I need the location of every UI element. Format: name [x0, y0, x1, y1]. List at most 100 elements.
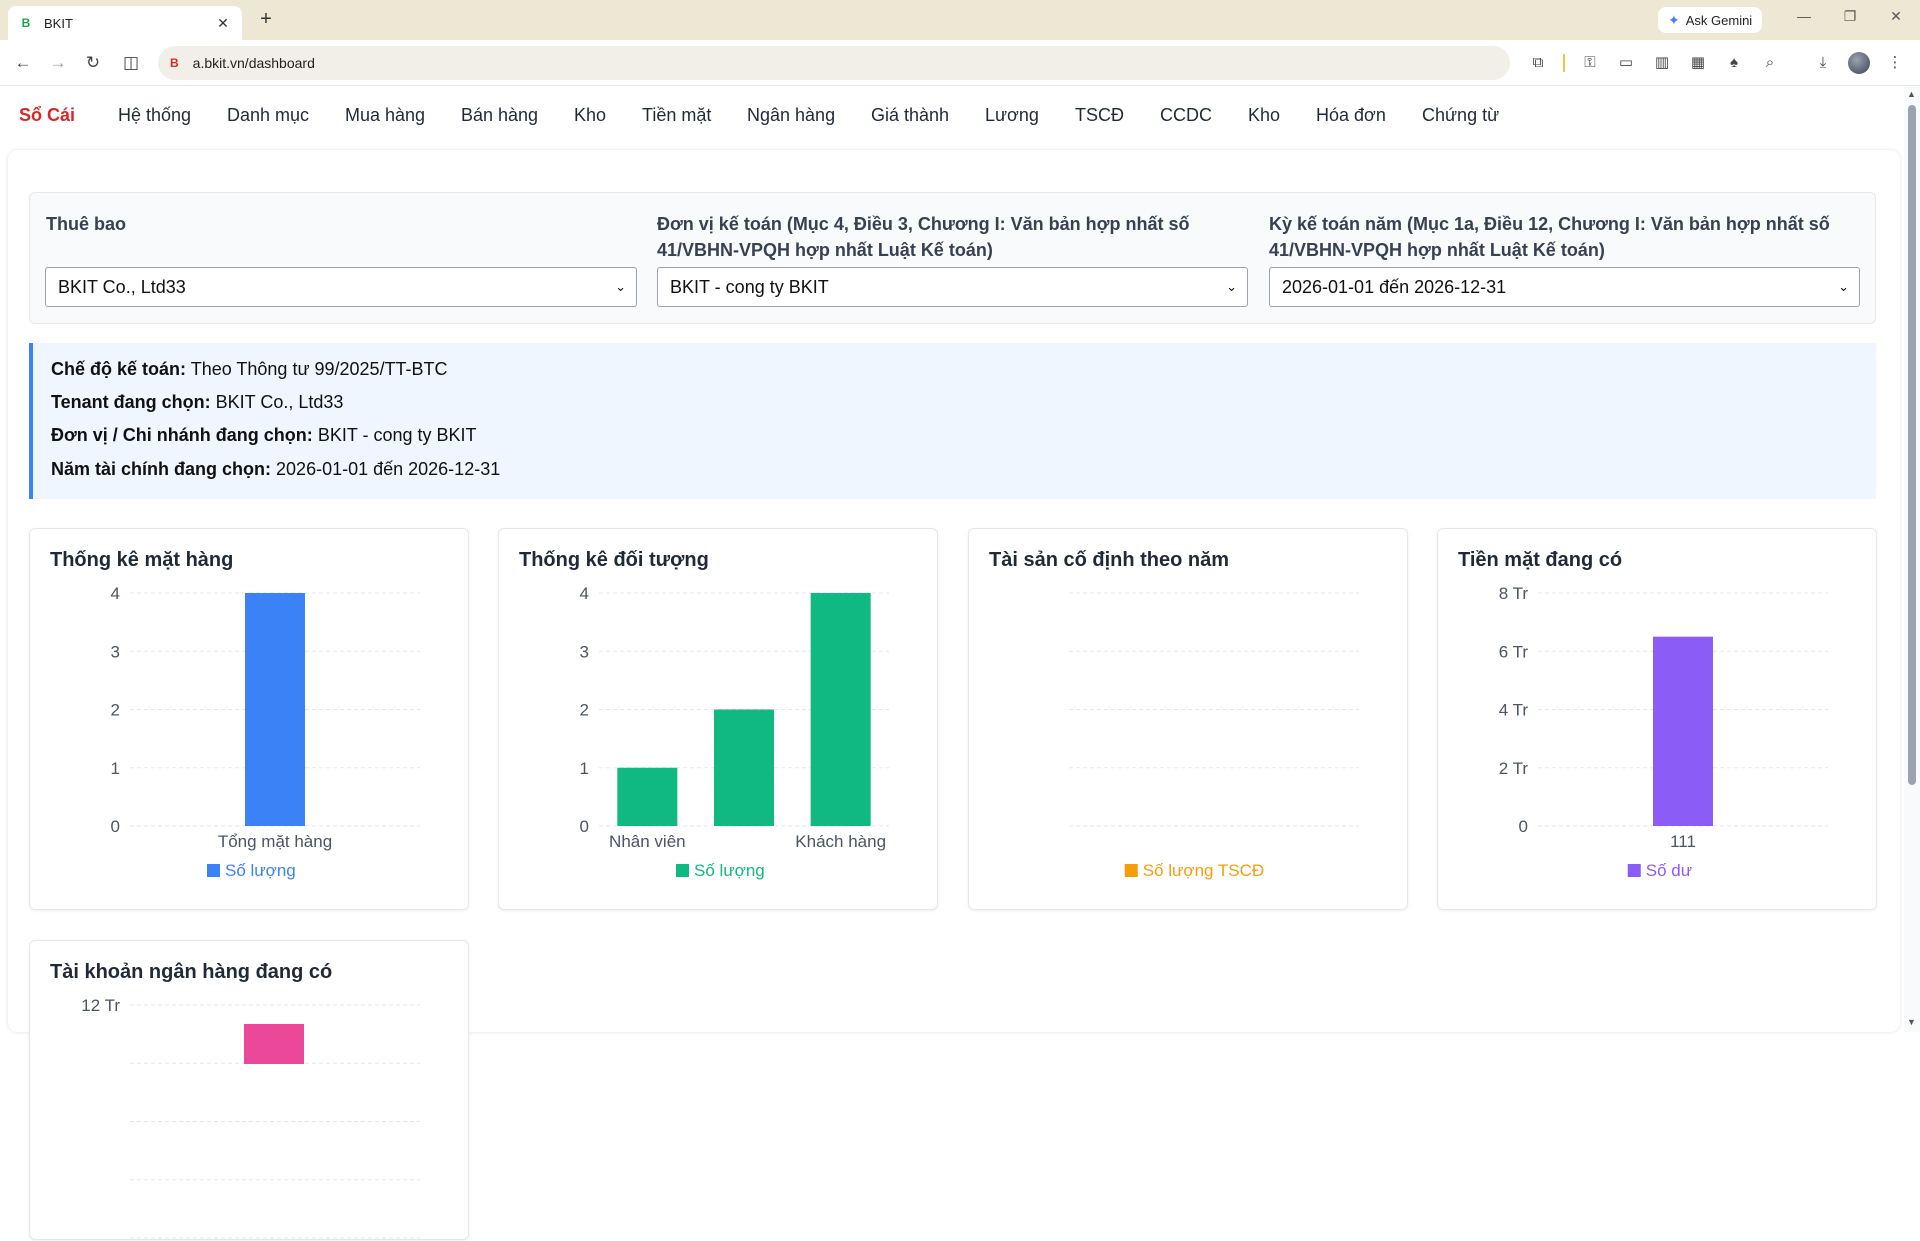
new-tab-icon[interactable]: + — [254, 8, 278, 31]
close-window-icon[interactable]: ✕ — [1884, 8, 1908, 25]
bar — [617, 767, 678, 826]
chart-products-svg: 0 1 2 3 4 Tổng mặt hàng Số lượng — [111, 584, 420, 880]
y-tick-label: 12 Tr — [81, 996, 120, 1015]
download-icon[interactable]: ⤓ — [1812, 52, 1834, 74]
bar — [714, 709, 774, 826]
payment-card-icon[interactable]: ▭ — [1615, 52, 1637, 74]
tab-title: BKIT — [44, 15, 73, 31]
chart-bank-svg: 12 Tr — [81, 996, 420, 1239]
y-tick-label: 8 Tr — [1499, 584, 1529, 603]
x-tick-label: Nhân viên — [609, 832, 686, 851]
bar — [1653, 636, 1713, 826]
back-icon[interactable]: ← — [10, 50, 36, 76]
browser-tab[interactable]: B BKIT ✕ — [8, 6, 242, 40]
menu-ngan-hang[interactable]: Ngân hàng — [747, 105, 835, 126]
chart-card-cash: Tiền mặt đang có 02 Tr 4 Tr 6 Tr 8 Tr 111 Số … — [1437, 528, 1877, 910]
menu-luong[interactable]: Lương — [985, 105, 1039, 126]
y-tick-label: 4 Tr — [1499, 701, 1529, 720]
unit-value: BKIT - cong ty BKIT — [670, 276, 829, 297]
bar — [245, 593, 305, 826]
incognito-icon[interactable]: ♠ — [1723, 52, 1745, 74]
profile-avatar[interactable] — [1848, 52, 1870, 74]
menu-kho[interactable]: Kho — [574, 105, 606, 126]
split-view-icon[interactable]: ◫ — [118, 50, 144, 76]
chevron-down-icon: ⌄ — [615, 279, 626, 294]
info-regime-value: Theo Thông tư 99/2025/TT-BTC — [190, 359, 448, 379]
table-icon[interactable]: ▦ — [1687, 52, 1709, 74]
menu-tien-mat[interactable]: Tiền mặt — [642, 105, 711, 126]
subscription-select[interactable]: BKIT Co., Ltd33 ⌄ — [45, 267, 637, 307]
unit-label-line1: Đơn vị kế toán (Mục 4, Điều 3, Chương I:… — [657, 214, 1190, 234]
menu-hoa-don[interactable]: Hóa đơn — [1316, 105, 1386, 126]
y-tick-label: 0 — [1519, 817, 1528, 836]
menu-danh-muc[interactable]: Danh mục — [227, 105, 309, 126]
menu-tscd[interactable]: TSCĐ — [1075, 105, 1124, 126]
chart-cash-svg: 0 2 Tr 4 Tr 6 Tr 8 Tr 111 Số dư — [1499, 584, 1828, 880]
browser-menu-icon[interactable]: ⋮ — [1884, 52, 1906, 74]
restore-icon[interactable]: ❐ — [1838, 8, 1862, 25]
legend-label: Số lượng TSCĐ — [1143, 861, 1264, 880]
scroll-down-icon[interactable]: ▼ — [1907, 1017, 1916, 1027]
y-tick-label: 2 — [111, 701, 120, 720]
info-regime-label: Chế độ kế toán: — [51, 359, 187, 379]
y-tick-label: 6 Tr — [1499, 642, 1529, 661]
browser-toolbar: ← → ↻ ◫ B a.bkit.vn/dashboard ⧉ ⚿ ▭ ▥ ▦ … — [0, 40, 1920, 86]
legend-label: Số lượng — [694, 861, 765, 880]
menu-ccdc[interactable]: CCDC — [1160, 105, 1212, 126]
legend-label: Số dư — [1646, 861, 1692, 880]
site-favicon-icon: B — [170, 56, 179, 70]
minimize-icon[interactable]: — — [1792, 8, 1816, 24]
y-tick-label: 2 Tr — [1499, 759, 1529, 778]
y-tick-label: 4 — [580, 584, 589, 603]
brand-logo[interactable]: Sổ Cái — [19, 105, 75, 126]
chevron-down-icon: ⌄ — [1838, 279, 1849, 294]
scrollbar-thumb[interactable] — [1908, 105, 1916, 785]
menu-mua-hang[interactable]: Mua hàng — [345, 105, 425, 126]
unit-label-line2: 41/VBHN-VPQH hợp nhất Luật Kế toán) — [657, 240, 993, 260]
period-label-line1: Kỳ kế toán năm (Mục 1a, Điều 12, Chương … — [1269, 214, 1830, 234]
menu-ban-hang[interactable]: Bán hàng — [461, 105, 538, 126]
subscription-value: BKIT Co., Ltd33 — [58, 276, 186, 297]
y-tick-label: 1 — [111, 759, 120, 778]
tab-close-icon[interactable]: ✕ — [214, 15, 232, 32]
period-label: Kỳ kế toán năm (Mục 1a, Điều 12, Chương … — [1269, 211, 1830, 263]
info-year-label: Năm tài chính đang chọn: — [51, 459, 272, 479]
y-tick-label: 2 — [580, 701, 589, 720]
legend-swatch — [1627, 864, 1641, 877]
legend-label: Số lượng — [225, 861, 296, 880]
info-regime: Chế độ kế toán: Theo Thông tư 99/2025/TT… — [51, 359, 448, 380]
period-select[interactable]: 2026-01-01 đến 2026-12-31 ⌄ — [1269, 267, 1860, 307]
chart-card-subjects: Thống kê đối tượng 0 1 2 3 4 Nhân viên Khách h… — [498, 528, 938, 910]
ask-gemini-label: Ask Gemini — [1685, 12, 1753, 28]
ask-gemini-button[interactable]: ✦ Ask Gemini — [1658, 7, 1763, 33]
address-bar[interactable]: B a.bkit.vn/dashboard — [158, 46, 1510, 80]
unit-select[interactable]: BKIT - cong ty BKIT ⌄ — [657, 267, 1248, 307]
password-key-icon[interactable]: ⚿ — [1579, 52, 1601, 74]
scroll-up-icon[interactable]: ▲ — [1907, 89, 1916, 99]
reading-mode-icon[interactable]: ▥ — [1651, 52, 1673, 74]
chart-card-bank: Tài khoản ngân hàng đang có 12 Tr — [29, 940, 469, 1240]
info-year-value: 2026-01-01 đến 2026-12-31 — [276, 459, 501, 479]
y-tick-label: 1 — [580, 759, 589, 778]
info-tenant-value: BKIT Co., Ltd33 — [215, 392, 344, 412]
url-text: a.bkit.vn/dashboard — [192, 55, 315, 71]
forward-icon[interactable]: → — [45, 50, 71, 76]
y-tick-label: 3 — [111, 642, 120, 661]
app-navbar: Sổ Cái Hệ thống Danh mục Mua hàng Bán hà… — [0, 87, 1900, 141]
legend-swatch — [676, 864, 689, 877]
info-unit-label: Đơn vị / Chi nhánh đang chọn: — [51, 425, 313, 445]
info-year: Năm tài chính đang chọn: 2026-01-01 đến … — [51, 459, 500, 480]
bar — [244, 1024, 304, 1064]
menu-he-thong[interactable]: Hệ thống — [118, 105, 191, 126]
reload-icon[interactable]: ↻ — [80, 50, 106, 76]
menu-gia-thanh[interactable]: Giá thành — [871, 105, 949, 126]
bkit-favicon-icon: B — [21, 16, 31, 30]
menu-kho-2[interactable]: Kho — [1248, 105, 1280, 126]
info-unit: Đơn vị / Chi nhánh đang chọn: BKIT - con… — [51, 425, 477, 446]
tab-search-icon[interactable]: ⌕ — [1759, 52, 1781, 74]
extensions-icon[interactable]: ⧉ — [1527, 52, 1549, 74]
menu-chung-tu[interactable]: Chứng từ — [1422, 105, 1499, 126]
gemini-sparkle-icon: ✦ — [1668, 11, 1680, 28]
period-value: 2026-01-01 đến 2026-12-31 — [1282, 276, 1507, 297]
page-scrollbar[interactable]: ▲ ▼ — [1904, 87, 1920, 1032]
